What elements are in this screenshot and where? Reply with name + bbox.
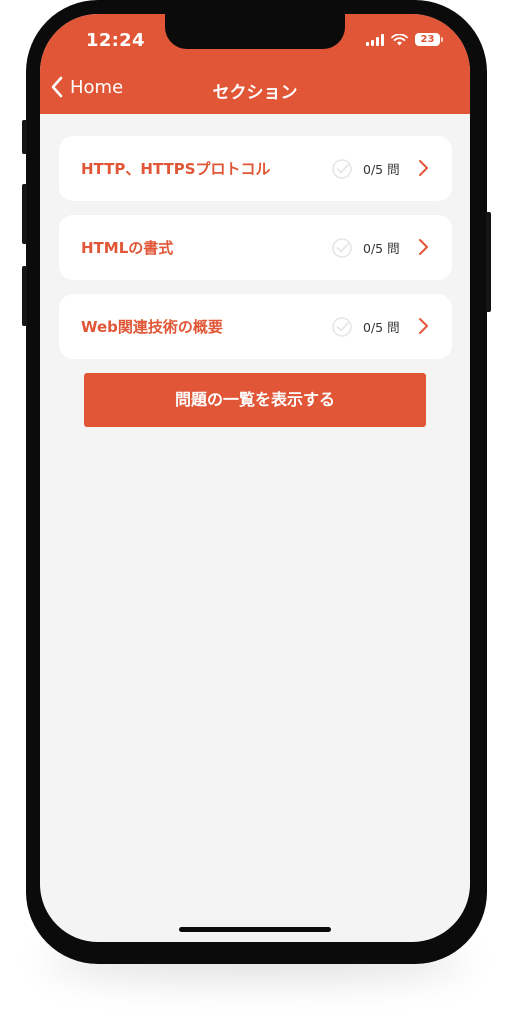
section-progress: 0/5 問 xyxy=(363,320,400,335)
home-indicator[interactable] xyxy=(179,927,331,932)
chevron-right-icon xyxy=(419,239,428,255)
power-button xyxy=(486,212,491,312)
section-card-http[interactable]: HTTP、HTTPSプロトコル 0/5 問 xyxy=(59,136,452,201)
section-title: HTTP、HTTPSプロトコル xyxy=(81,160,271,178)
page-title: セクション xyxy=(212,83,298,103)
mute-switch xyxy=(22,120,27,154)
section-title: Web関連技術の概要 xyxy=(81,318,223,336)
show-question-list-button[interactable]: 問題の一覧を表示する xyxy=(84,373,426,427)
section-list: HTTP、HTTPSプロトコル 0/5 問 HTMLの書式 0/5 問 Web関… xyxy=(59,136,452,373)
status-time: 12:24 xyxy=(86,30,145,51)
volume-down-button xyxy=(22,266,27,326)
section-progress: 0/5 問 xyxy=(363,241,400,256)
volume-up-button xyxy=(22,184,27,244)
check-circle-icon xyxy=(332,238,352,258)
notch xyxy=(165,14,345,49)
chevron-right-icon xyxy=(419,160,428,176)
battery-icon: 23 xyxy=(415,33,443,46)
check-circle-icon xyxy=(332,317,352,337)
section-card-html[interactable]: HTMLの書式 0/5 問 xyxy=(59,215,452,280)
app-screen: 12:24 23 Home セクション HTTP、HTTPSプロトコル 0/5 … xyxy=(40,14,470,942)
battery-level: 23 xyxy=(420,34,435,45)
wifi-icon xyxy=(391,33,408,45)
section-progress: 0/5 問 xyxy=(363,162,400,177)
status-icons: 23 xyxy=(366,33,443,46)
section-card-web-tech[interactable]: Web関連技術の概要 0/5 問 xyxy=(59,294,452,359)
section-title: HTMLの書式 xyxy=(81,239,174,257)
chevron-right-icon xyxy=(419,318,428,334)
app-header: 12:24 23 Home セクション xyxy=(40,14,470,114)
signal-icon xyxy=(366,33,384,46)
check-circle-icon xyxy=(332,159,352,179)
